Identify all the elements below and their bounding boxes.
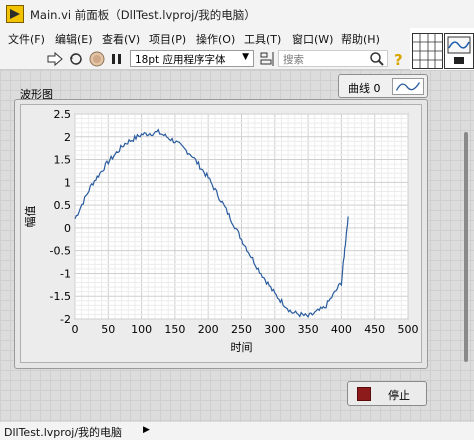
y-tick-label: -1 [60, 267, 71, 280]
x-tick-label: 0 [72, 323, 79, 336]
stop-icon [357, 387, 371, 401]
stop-button[interactable]: 停止 [347, 381, 427, 406]
menu-tools[interactable]: 工具(T) [244, 31, 281, 47]
chevron-down-icon: ▼ [242, 52, 249, 62]
status-bar: DllTest.lvproj/我的电脑 ▶ [0, 422, 474, 440]
x-axis-ticks: 0 50 100 150 200 250 300 350 400 450 500 [72, 323, 419, 336]
y-tick-label: -0.5 [50, 245, 71, 258]
svg-text:?: ? [394, 51, 403, 68]
x-tick-label: 200 [198, 323, 219, 336]
y-tick-label: 0 [64, 222, 71, 235]
chevron-right-icon[interactable]: ▶ [143, 425, 150, 435]
y-tick-label: 1 [64, 176, 71, 189]
pause-icon[interactable] [108, 50, 126, 68]
legend-plot-name: 曲线 0 [348, 82, 381, 95]
x-tick-label: 150 [164, 323, 185, 336]
x-tick-label: 250 [231, 323, 252, 336]
menu-operate[interactable]: 操作(O) [196, 31, 235, 47]
menu-help[interactable]: 帮助(H) [341, 31, 380, 47]
waveform-chart[interactable]: 0 50 100 150 200 250 300 350 400 450 500 2.5 2 1.5 1 0… [20, 104, 422, 363]
menu-bar: 文件(F) 编辑(E) 查看(V) 项目(P) 操作(O) 工具(T) 窗口(W… [0, 28, 410, 48]
x-tick-label: 450 [364, 323, 385, 336]
toolbar: 18pt 应用程序字体 ▼ 搜索 ? [0, 48, 410, 70]
abort-icon[interactable] [88, 50, 106, 68]
menu-view[interactable]: 查看(V) [102, 31, 140, 47]
x-tick-label: 350 [298, 323, 319, 336]
menu-window[interactable]: 窗口(W) [292, 31, 333, 47]
stop-button-label: 停止 [388, 389, 410, 402]
y-tick-label: 0.5 [54, 199, 72, 212]
legend-plot-swatch[interactable] [392, 78, 424, 95]
run-continuously-icon[interactable] [67, 50, 85, 68]
connector-pane-icon[interactable] [412, 33, 474, 69]
y-axis-ticks: 2.5 2 1.5 1 0.5 0 -0.5 -1 -1.5 -2 [50, 108, 71, 326]
menu-project[interactable]: 项目(P) [149, 31, 186, 47]
align-objects-icon[interactable] [258, 50, 276, 68]
menu-edit[interactable]: 编辑(E) [55, 31, 93, 47]
run-arrow-icon[interactable] [46, 50, 64, 68]
x-tick-label: 50 [101, 323, 115, 336]
x-tick-label: 300 [264, 323, 285, 336]
search-icon[interactable] [368, 50, 386, 68]
y-tick-label: 2.5 [54, 108, 72, 121]
font-select-value: 18pt 应用程序字体 [135, 54, 226, 66]
help-icon[interactable]: ? [389, 50, 407, 68]
menu-file[interactable]: 文件(F) [8, 31, 45, 47]
y-axis-label: 幅值 [24, 206, 37, 228]
project-context[interactable]: DllTest.lvproj/我的电脑 [4, 424, 122, 440]
y-tick-label: 1.5 [54, 154, 72, 167]
vertical-scrollbar[interactable] [462, 72, 470, 372]
y-tick-label: 2 [64, 131, 71, 144]
labview-vi-icon [6, 5, 24, 23]
y-tick-label: -1.5 [50, 290, 71, 303]
x-tick-label: 500 [398, 323, 419, 336]
window-title: Main.vi 前面板（DllTest.lvproj/我的电脑） [30, 8, 256, 22]
x-tick-label: 400 [331, 323, 352, 336]
plot-legend[interactable]: 曲线 0 [338, 74, 428, 98]
font-select[interactable]: 18pt 应用程序字体 ▼ [130, 50, 254, 67]
y-tick-label: -2 [60, 313, 71, 326]
title-bar: Main.vi 前面板（DllTest.lvproj/我的电脑） [0, 0, 474, 28]
x-axis-label: 时间 [231, 341, 253, 354]
x-tick-label: 100 [131, 323, 152, 336]
